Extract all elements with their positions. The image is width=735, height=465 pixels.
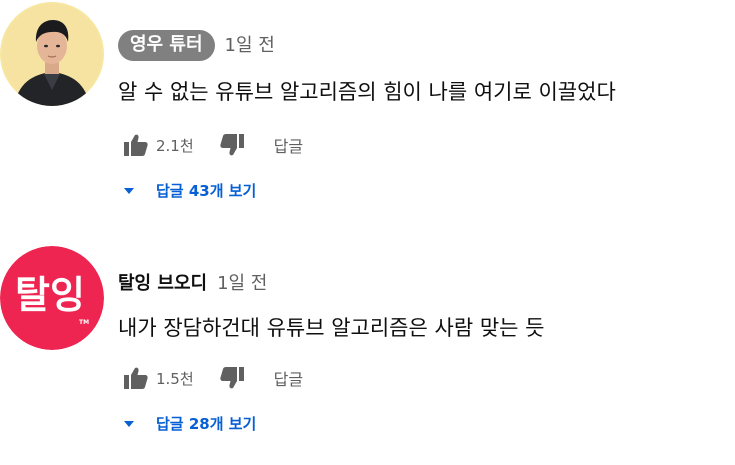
comment-timestamp[interactable]: 1일 전 bbox=[217, 272, 267, 296]
view-replies-label: 답글 28개 보기 bbox=[156, 415, 257, 433]
reply-button[interactable]: 답글 bbox=[274, 366, 303, 390]
brand-logo-avatar-icon: 탈잉 TM bbox=[0, 246, 104, 350]
dislike-button[interactable] bbox=[220, 367, 244, 389]
thumbs-up-icon bbox=[124, 367, 148, 389]
comment-header: 영우 튜터 1일 전 bbox=[118, 30, 275, 61]
comment-actions: 1.5천 답글 bbox=[124, 366, 303, 390]
trademark-mark: TM bbox=[79, 319, 89, 326]
caret-down-icon bbox=[124, 421, 134, 427]
dislike-button[interactable] bbox=[220, 134, 244, 156]
author-name[interactable]: 탈잉 브오디 bbox=[118, 272, 207, 296]
author-name[interactable]: 영우 튜터 bbox=[118, 30, 215, 61]
view-replies-label: 답글 43개 보기 bbox=[156, 182, 257, 200]
thumbs-down-icon bbox=[220, 367, 244, 389]
comment-text: 알 수 없는 유튜브 알고리즘의 힘이 나를 여기로 이끌었다 bbox=[118, 80, 616, 104]
like-count: 1.5천 bbox=[156, 369, 194, 388]
comment-thread: 탈잉 TM 탈잉 브오디 1일 전 내가 장담하건대 유튜브 알고리즘은 사람 … bbox=[0, 232, 735, 465]
avatar[interactable] bbox=[0, 2, 104, 106]
person-avatar-icon bbox=[0, 2, 104, 106]
view-replies-button[interactable]: 답글 43개 보기 bbox=[124, 180, 256, 201]
reply-button[interactable]: 답글 bbox=[274, 133, 303, 157]
thumbs-up-icon bbox=[124, 134, 148, 156]
like-button[interactable] bbox=[124, 134, 148, 156]
comment-timestamp[interactable]: 1일 전 bbox=[225, 34, 275, 58]
comment-text: 내가 장담하건대 유튜브 알고리즘은 사람 맞는 듯 bbox=[118, 316, 545, 340]
view-replies-button[interactable]: 답글 28개 보기 bbox=[124, 413, 256, 434]
avatar[interactable]: 탈잉 TM bbox=[0, 246, 104, 350]
logo-text: 탈잉 bbox=[15, 273, 85, 317]
comment-header: 탈잉 브오디 1일 전 bbox=[118, 272, 267, 296]
caret-down-icon bbox=[124, 188, 134, 194]
like-button[interactable] bbox=[124, 367, 148, 389]
comment-actions: 2.1천 답글 bbox=[124, 133, 303, 157]
like-count: 2.1천 bbox=[156, 136, 194, 155]
thumbs-down-icon bbox=[220, 134, 244, 156]
comment-thread: 영우 튜터 1일 전 알 수 없는 유튜브 알고리즘의 힘이 나를 여기로 이끌… bbox=[0, 0, 735, 230]
